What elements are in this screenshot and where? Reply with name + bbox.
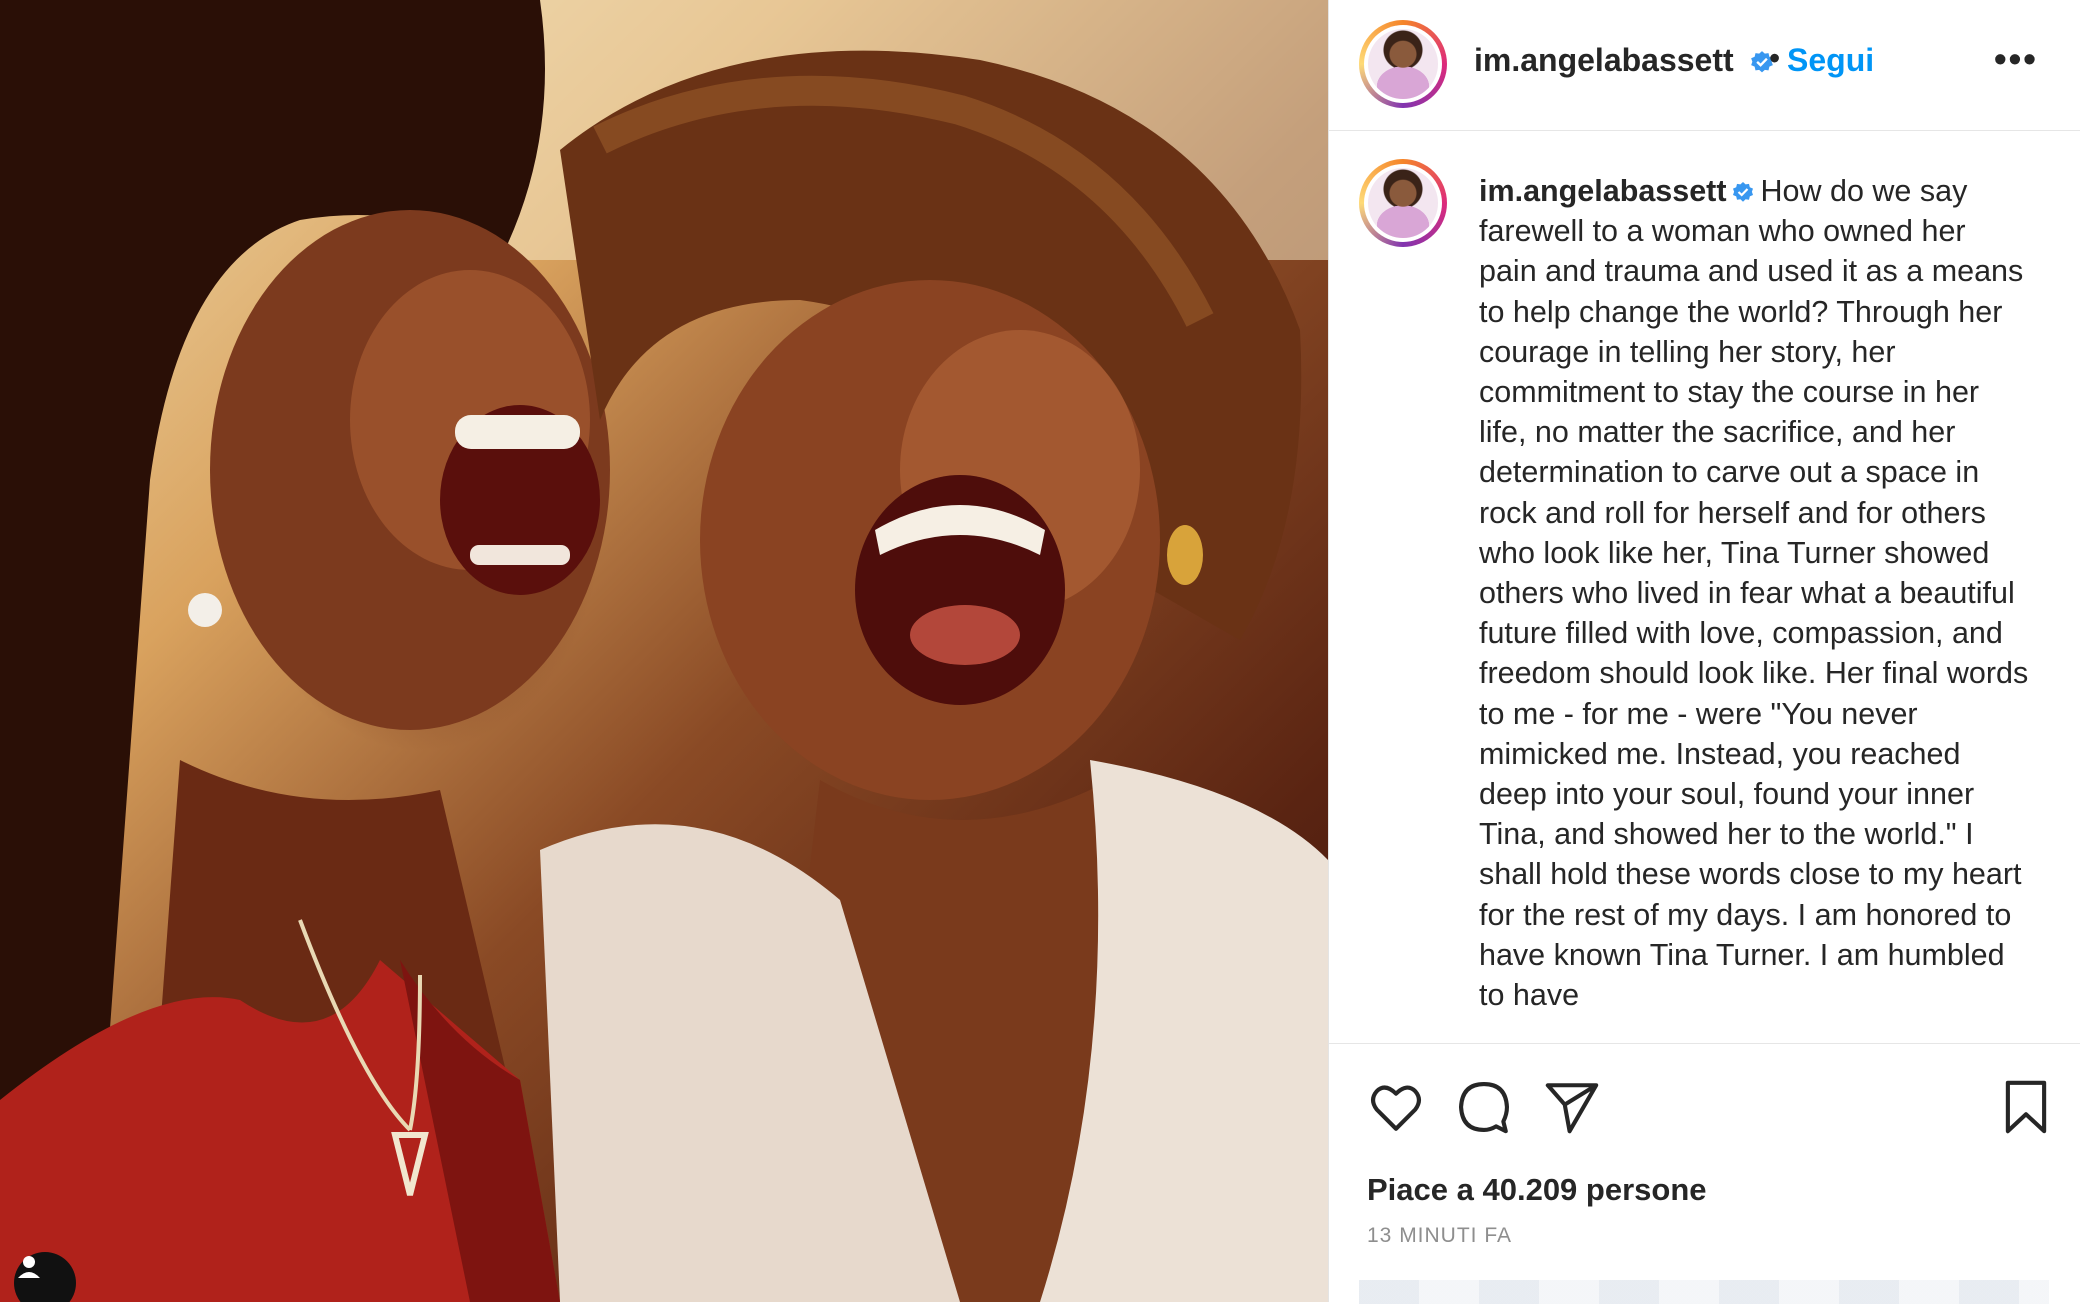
post-panel: im.angelabassett • Segui ••• im.angelaba… [1328,0,2080,1304]
caption-username[interactable]: im.angelabassett [1479,174,1727,208]
paper-plane-icon[interactable] [1543,1078,1601,1136]
post-timestamp: 13 MINUTI FA [1367,1224,1513,1247]
verified-badge-icon [1732,181,1753,202]
bookmark-icon[interactable] [1997,1078,2055,1136]
heart-icon[interactable] [1367,1078,1425,1136]
photo-illustration [0,0,1328,1302]
caption-area: im.angelabassett How do we say farewell … [1329,131,2080,1043]
avatar[interactable] [1359,20,1447,108]
likes-count[interactable]: Piace a 40.209 persone [1367,1172,1707,1208]
caption-avatar[interactable] [1359,159,1447,247]
username-link[interactable]: im.angelabassett [1474,42,1775,79]
user-icon [18,1256,40,1278]
caption-text: How do we say farewell to a woman who ow… [1479,174,2029,1013]
username-text: im.angelabassett [1474,42,1734,78]
post-header: im.angelabassett • Segui ••• [1329,0,2080,131]
follow-button[interactable]: Segui [1787,42,1874,79]
actions-bar: Piace a 40.209 persone 13 MINUTI FA [1329,1043,2080,1304]
comment-input-area[interactable] [1359,1280,2049,1304]
more-options-button[interactable]: ••• [1994,38,2038,80]
post-caption: im.angelabassett How do we say farewell … [1479,171,2029,1015]
separator-dot: • [1769,40,1781,76]
comment-icon[interactable] [1455,1078,1513,1136]
post-photo[interactable] [0,0,1328,1302]
